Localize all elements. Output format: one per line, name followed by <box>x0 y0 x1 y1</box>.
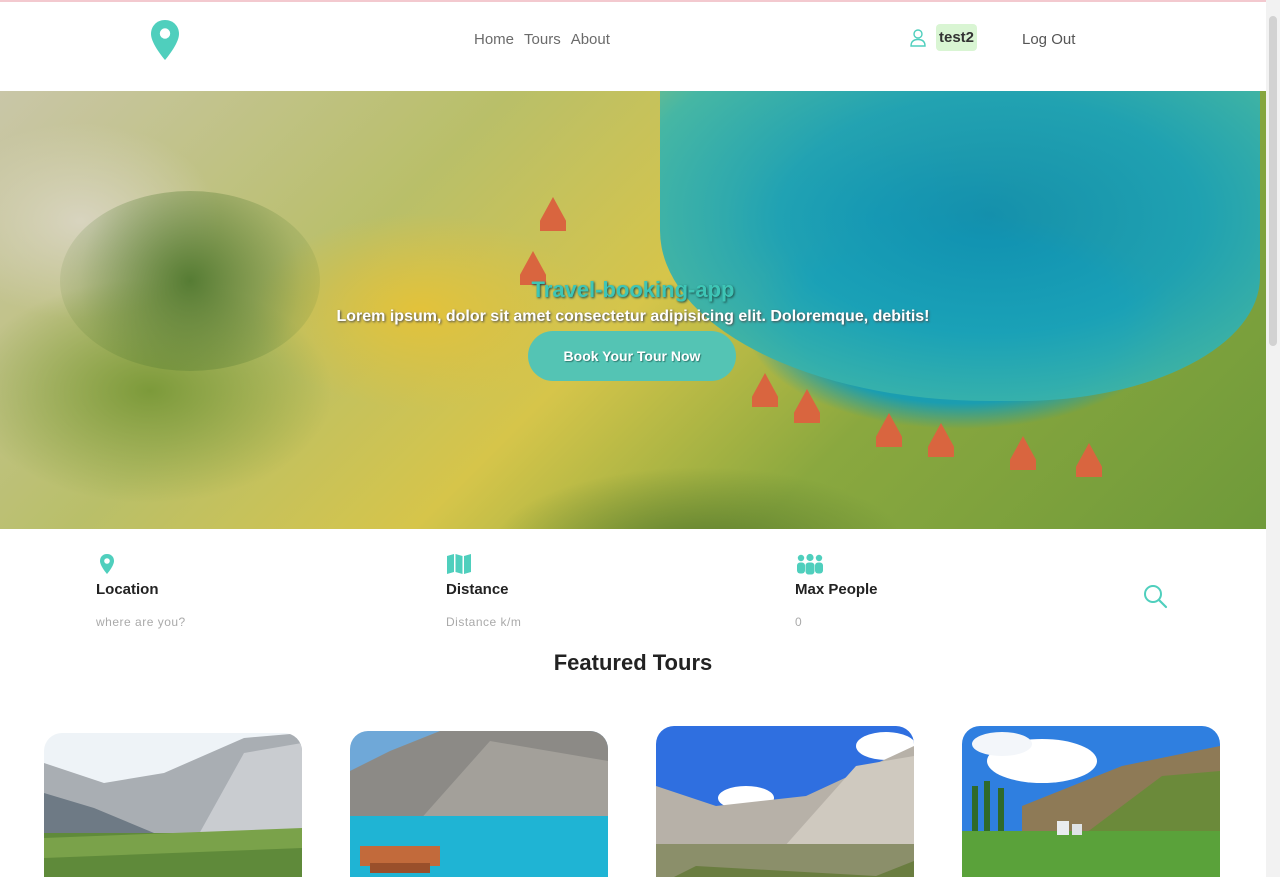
page-scrollbar[interactable] <box>1266 0 1280 877</box>
hero-house-roof <box>794 389 820 423</box>
tour-card-image[interactable] <box>44 733 302 877</box>
tour-image-green-meadow <box>962 726 1220 877</box>
scrollbar-thumb[interactable] <box>1269 16 1277 346</box>
user-icon <box>910 28 926 47</box>
people-group-icon <box>797 553 823 575</box>
user-info: test2 <box>910 24 978 51</box>
map-icon <box>447 554 471 574</box>
distance-label: Distance <box>446 581 509 598</box>
search-location: Location <box>96 553 276 631</box>
distance-input[interactable] <box>446 615 626 629</box>
nav-about-link[interactable]: About <box>571 31 610 48</box>
hero-house-roof <box>1076 443 1102 477</box>
hero-house-roof <box>876 413 902 447</box>
location-label: Location <box>96 581 159 598</box>
tour-image-turquoise-lake <box>350 731 608 877</box>
tour-card-image[interactable] <box>656 726 914 877</box>
hero-background-lake <box>660 91 1260 401</box>
navbar: Home Tours About test2 Log Out <box>0 2 1266 91</box>
tour-image-mountain-sky <box>656 726 914 877</box>
hero-house-roof <box>752 373 778 407</box>
nav-home-link[interactable]: Home <box>474 31 514 48</box>
tour-card-image[interactable] <box>350 731 608 877</box>
search-icon[interactable] <box>1142 583 1168 609</box>
hero-house-roof <box>928 423 954 457</box>
username-badge[interactable]: test2 <box>936 24 978 51</box>
main-nav: Home Tours About <box>474 31 610 48</box>
hero-title: Travel-booking-app <box>531 277 735 302</box>
location-pin-logo-icon[interactable] <box>150 19 180 61</box>
search-distance: Distance <box>446 553 626 631</box>
max-people-label: Max People <box>795 581 878 598</box>
tour-image-mountain-valley <box>44 733 302 877</box>
logout-button[interactable]: Log Out <box>1022 31 1075 48</box>
hero-subtitle: Lorem ipsum, dolor sit amet consectetur … <box>336 308 930 325</box>
location-pin-icon <box>100 554 114 574</box>
featured-tours-heading: Featured Tours <box>553 650 713 675</box>
location-input[interactable] <box>96 615 276 629</box>
hero-house-roof <box>1010 436 1036 470</box>
hero-house-roof <box>540 197 566 231</box>
search-max-people: Max People <box>795 553 975 631</box>
nav-tours-link[interactable]: Tours <box>524 31 561 48</box>
max-people-input[interactable] <box>795 615 975 629</box>
tour-card-image[interactable] <box>962 726 1220 877</box>
book-tour-button[interactable]: Book Your Tour Now <box>528 331 736 381</box>
hero-banner: Travel-booking-app Lorem ipsum, dolor si… <box>0 91 1266 529</box>
